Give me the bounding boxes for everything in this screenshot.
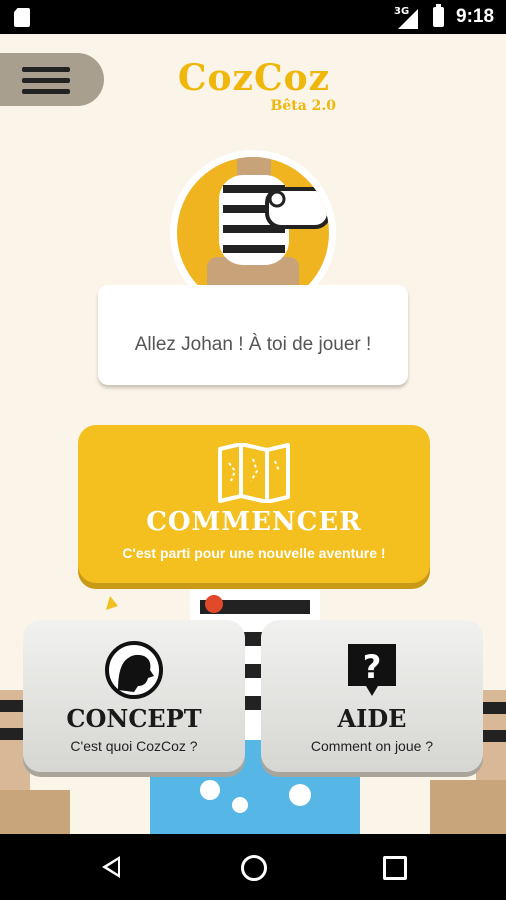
recent-apps-icon[interactable]: [383, 856, 407, 880]
app-version: Bêta 2.0: [270, 98, 336, 114]
greeting-text: Allez Johan ! À toi de jouer !: [134, 334, 372, 355]
svg-text:?: ?: [363, 648, 382, 686]
hamburger-icon: [22, 67, 70, 94]
commencer-subtitle: C'est parti pour une nouvelle aventure !: [122, 545, 386, 561]
menu-button[interactable]: [0, 53, 104, 106]
commencer-title: COMMENCER: [146, 507, 362, 537]
aide-title: AIDE: [337, 704, 407, 733]
status-time: 9:18: [456, 6, 495, 27]
app-logo: CozCoz Bêta 2.0: [172, 57, 336, 114]
concept-title: CONCEPT: [66, 704, 202, 733]
help-question-icon: ?: [348, 644, 396, 696]
status-bar: 3G 9:18: [0, 0, 506, 34]
commencer-button[interactable]: COMMENCER C'est parti pour une nouvelle …: [78, 425, 430, 583]
aide-button[interactable]: ? AIDE Comment on joue ?: [261, 620, 483, 772]
aide-subtitle: Comment on joue ?: [310, 738, 434, 754]
back-icon[interactable]: [102, 856, 120, 878]
concept-head-icon: [105, 641, 163, 699]
concept-subtitle: C'est quoi CozCoz ?: [70, 738, 198, 754]
sd-card-icon: [14, 8, 30, 27]
app-name: CozCoz: [177, 57, 331, 99]
signal-icon: [398, 9, 418, 29]
greeting-bubble: Allez Johan ! À toi de jouer !: [98, 285, 408, 385]
concept-button[interactable]: CONCEPT C'est quoi CozCoz ?: [23, 620, 245, 772]
home-icon[interactable]: [241, 855, 267, 881]
map-icon: [218, 443, 290, 503]
battery-icon: [433, 4, 444, 27]
navigation-bar: [0, 834, 506, 900]
